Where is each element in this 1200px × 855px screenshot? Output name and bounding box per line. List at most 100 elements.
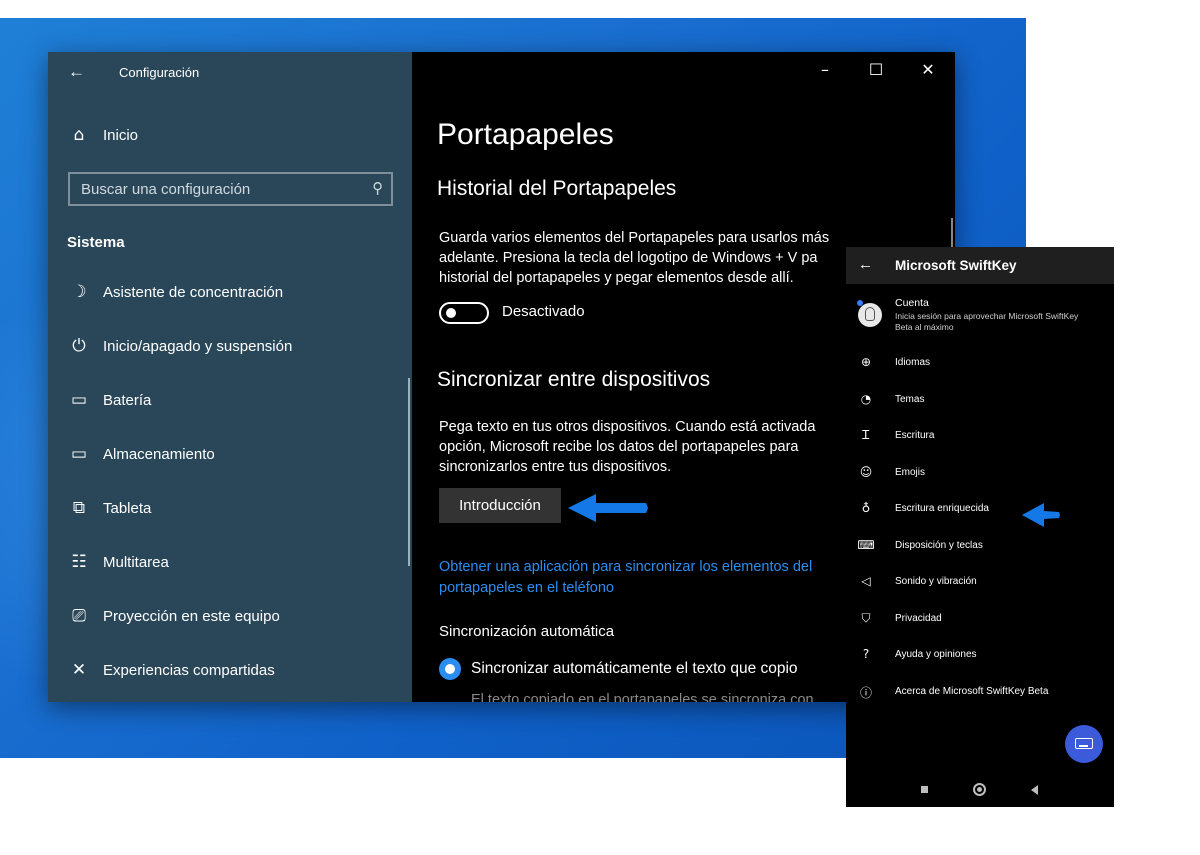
maximize-icon[interactable]: ☐ [853,60,899,79]
home-nav-icon[interactable] [973,783,986,796]
globe-icon: ⊕ [860,355,872,369]
phone-item-label: Sonido y vibración [895,576,977,587]
phone-item-label: Disposición y teclas [895,540,983,551]
phone-item-about[interactable]: ⓘ Acerca de Microsoft SwiftKey Beta [846,678,1114,708]
nav-item-label: Batería [103,392,152,409]
emoji-icon: ☺ [859,465,873,479]
section-heading: Sistema [67,234,125,251]
phone-item-label: Emojis [895,467,926,478]
phone-item-rich-input[interactable]: ♁ Escritura enriquecida [846,495,1114,525]
phone-item-label: Temas [895,394,925,405]
text-cursor-icon: Ꮖ [862,428,870,442]
phone-item-label: Escritura enriquecida [895,503,989,514]
nav-item-label: Almacenamiento [103,446,215,463]
auto-sync-radio[interactable] [439,658,461,680]
sync-text-line: opción, Microsoft recibe los datos del p… [439,439,799,455]
clipboard-history-toggle[interactable] [439,302,489,324]
toggle-knob [446,308,456,318]
account-subtitle: Inicia sesión para aprovechar Microsoft … [895,311,1079,332]
nav-item-label: Asistente de concentración [103,284,284,301]
nav-item-label: Proyección en este equipo [103,608,280,625]
auto-sync-radio-label[interactable]: Sincronizar automáticamente el texto que… [471,660,798,678]
nav-item-label: Tableta [103,500,152,517]
sync-text-line: sincronizarlos entre tus dispositivos. [439,459,672,475]
account-avatar-icon[interactable] [858,303,882,327]
nav-item-multitasking[interactable]: ☷ Multitarea [48,546,412,580]
history-text-line: adelante. Presiona la tecla del logotipo… [439,250,818,266]
search-icon[interactable]: ⚲ [372,179,383,197]
search-input[interactable] [70,174,360,204]
speaker-icon: ◁ [861,574,871,588]
phone-header: ← Microsoft SwiftKey [846,247,1114,284]
history-text-line: historial del portapapeles y pegar eleme… [439,270,794,286]
shared-experiences-icon: ✕ [71,660,87,680]
keyboard-icon [1075,738,1093,749]
settings-window: ← Configuración ⌂ Inicio ⚲ Sistema ☽ Asi… [48,52,955,702]
sync-text-line: Pega texto en tus otros dispositivos. Cu… [439,419,816,435]
nav-item-shared-experiences[interactable]: ✕ Experiencias compartidas [48,654,412,688]
history-description: Guarda varios elementos del Portapapeles… [439,228,879,288]
sidebar-scrollbar[interactable] [408,378,410,566]
phone-item-label: Idiomas [895,357,931,368]
nav-item-power-sleep[interactable]: ⏻ Inicio/apagado y suspensión [48,330,412,364]
link-line[interactable]: portapapeles en el teléfono [439,578,859,599]
phone-item-help-feedback[interactable]: ? Ayuda y opiniones [846,641,1114,671]
phone-title: Microsoft SwiftKey [895,258,1017,273]
keyboard-icon: ⌨ [857,538,875,552]
toggle-state-label: Desactivado [502,303,585,320]
link-line[interactable]: Obtener una aplicación para sincronizar … [439,557,859,578]
keyboard-fab-button[interactable] [1065,725,1103,763]
home-icon: ⌂ [73,125,85,145]
swiftkey-phone-screen: ← Microsoft SwiftKey Cuenta Inicia sesió… [846,247,1114,807]
palette-icon: ◔ [860,392,872,406]
settings-sidebar: ← Configuración ⌂ Inicio ⚲ Sistema ☽ Asi… [48,52,412,702]
phone-item-emojis[interactable]: ☺ Emojis [846,459,1114,489]
phone-item-privacy[interactable]: ⛉ Privacidad [846,605,1114,635]
nav-item-label: Multitarea [103,554,169,571]
sidebar-header: ← Configuración [48,52,412,92]
search-box: ⚲ [68,172,393,206]
nav-item-label: Experiencias compartidas [103,662,275,679]
tablet-icon: ⧉ [72,498,86,518]
phone-item-themes[interactable]: ◔ Temas [846,386,1114,416]
pointer-arrow-icon [1022,503,1060,527]
nav-item-focus-assist[interactable]: ☽ Asistente de concentración [48,276,412,310]
storage-icon: ▭ [70,444,88,464]
sync-heading: Sincronizar entre dispositivos [437,368,711,391]
nav-item-projection[interactable]: ⎚ Proyección en este equipo [48,600,412,634]
phone-item-typing[interactable]: Ꮖ Escritura [846,422,1114,452]
get-app-link[interactable]: Obtener una aplicación para sincronizar … [439,557,859,599]
nav-item-tablet[interactable]: ⧉ Tableta [48,492,412,526]
shield-icon: ⛉ [861,611,871,625]
phone-back-icon[interactable]: ← [858,256,873,273]
phone-item-languages[interactable]: ⊕ Idiomas [846,349,1114,379]
nav-item-label: Inicio/apagado y suspensión [103,338,293,355]
phone-item-layout-keys[interactable]: ⌨ Disposición y teclas [846,532,1114,562]
window-title: Configuración [119,65,200,80]
history-heading: Historial del Portapapeles [437,177,677,200]
account-title[interactable]: Cuenta [895,297,929,309]
avatar-figure [865,307,875,321]
power-icon: ⏻ [72,336,86,356]
phone-item-label: Acerca de Microsoft SwiftKey Beta [895,686,1049,697]
moon-icon: ☽ [71,282,87,302]
nav-item-battery[interactable]: ▭ Batería [48,384,412,418]
nav-home[interactable]: ⌂ Inicio [48,120,412,152]
history-text-line: Guarda varios elementos del Portapapeles… [439,230,830,246]
phone-item-label: Escritura [895,430,935,441]
back-arrow-icon[interactable]: ← [68,62,85,82]
nav-home-label: Inicio [103,127,139,144]
microphone-icon: ♁ [861,501,871,515]
minimize-icon[interactable]: – [802,60,848,79]
info-icon: ⓘ [859,686,872,700]
get-started-button[interactable]: Introducción [439,488,561,523]
nav-item-storage[interactable]: ▭ Almacenamiento [48,438,412,472]
projection-icon: ⎚ [72,606,86,626]
sync-description: Pega texto en tus otros dispositivos. Cu… [439,417,879,477]
pointer-arrow-icon [568,494,648,522]
back-nav-icon[interactable] [1031,785,1038,795]
recents-nav-icon[interactable] [921,786,928,793]
close-icon[interactable]: ✕ [905,60,951,79]
phone-item-sound-vibration[interactable]: ◁ Sonido y vibración [846,568,1114,598]
auto-sync-heading: Sincronización automática [439,623,615,640]
